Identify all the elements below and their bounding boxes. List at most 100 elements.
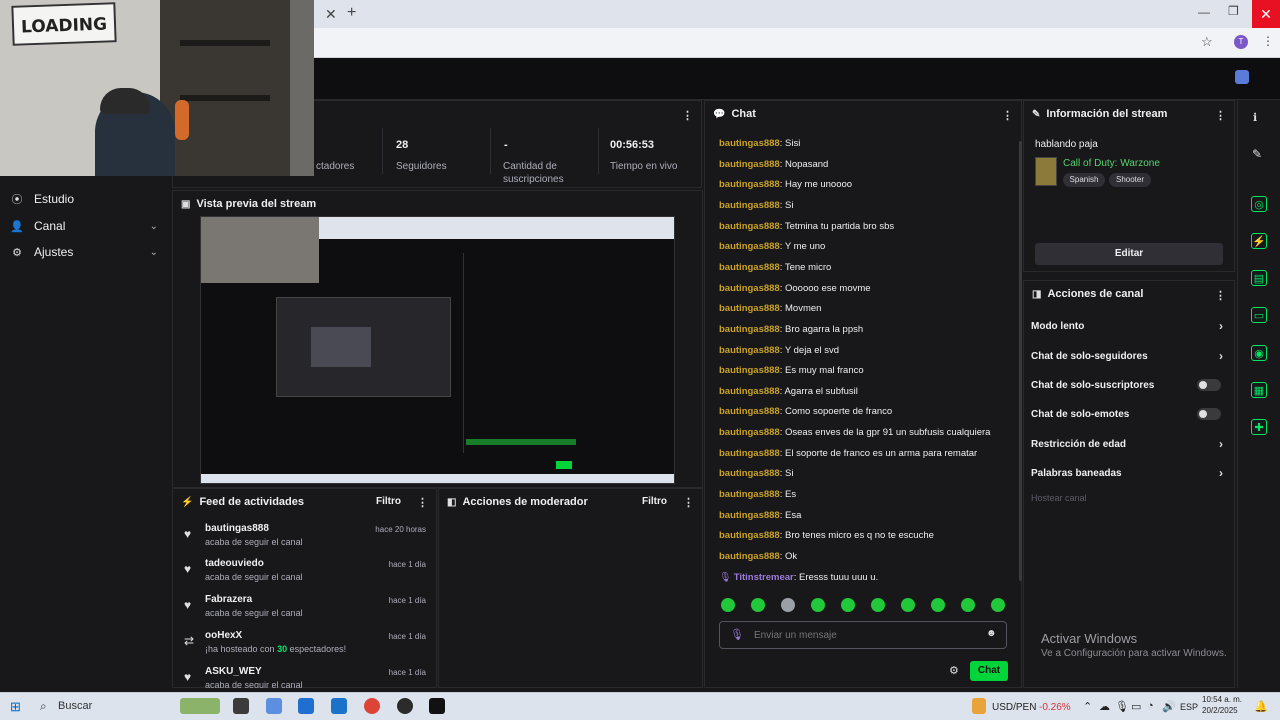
feed-item-name[interactable]: Fabrazera [205,594,252,605]
emote-icon[interactable] [901,598,915,612]
sidebar-item-canal[interactable]: 👤 Canal ⌄ [0,213,172,239]
emote-icon[interactable] [931,598,945,612]
ticker-label[interactable]: USD/PEN [992,702,1036,713]
feed-item-name[interactable]: ASKU_WEY [205,666,262,677]
chat-username[interactable]: bautingas888 [719,427,780,438]
microphone-icon[interactable]: 🎙 [730,628,744,641]
chat-username[interactable]: bautingas888 [719,221,780,232]
chat-menu-icon[interactable]: ⋮ [1002,109,1013,122]
profile-avatar-icon[interactable]: T [1234,35,1248,49]
taskbar-search[interactable]: Buscar [52,697,192,716]
sidebar-item-ajustes[interactable]: ⚙ Ajustes ⌄ [0,239,172,265]
outlook-icon[interactable] [298,698,314,714]
action-subscribers-only[interactable]: Chat de solo-suscriptores [1031,374,1227,396]
broadcast-icon[interactable]: ◉ [1251,345,1267,361]
emote-icon[interactable] [781,598,795,612]
moderator-filter-button[interactable]: Filtro [642,496,667,507]
feed-item-name[interactable]: bautingas888 [205,523,269,534]
emote-icon[interactable] [871,598,885,612]
tray-network-icon[interactable]: ▭ [1131,700,1141,713]
stream-preview-video[interactable] [200,216,675,484]
window-close-icon[interactable]: ✕ [1252,0,1280,28]
subscribers-only-toggle[interactable] [1197,379,1221,391]
extension-icon[interactable] [1235,70,1249,84]
chat-username[interactable]: bautingas888 [719,159,780,170]
clock-date[interactable]: 20/2/2025 [1202,706,1238,715]
chat-username[interactable]: bautingas888 [719,138,780,149]
emote-icon[interactable] [841,598,855,612]
emote-icon[interactable] [961,598,975,612]
chat-username[interactable]: bautingas888 [719,468,780,479]
stream-info-menu-icon[interactable]: ⋮ [1215,109,1226,122]
action-modo-lento[interactable]: Modo lento › [1031,315,1227,337]
chat-username[interactable]: bautingas888 [719,179,780,190]
emotes-only-toggle[interactable] [1197,408,1221,420]
emote-icon[interactable] [811,598,825,612]
tray-app-icon[interactable]: ☁ [1099,700,1110,713]
windows-start-icon[interactable]: ⊞ [10,699,21,715]
channel-actions-menu-icon[interactable]: ⋮ [1215,289,1226,302]
chat-action-icon[interactable]: ▭ [1251,307,1267,323]
emote-icon[interactable] [721,598,735,612]
feed-item-name[interactable]: ooHexX [205,630,242,641]
chat-settings-gear-icon[interactable]: ⚙ [949,664,959,677]
store-icon[interactable] [331,698,347,714]
game-app-icon[interactable] [429,698,445,714]
chat-username[interactable]: bautingas888 [719,551,780,562]
chat-username[interactable]: bautingas888 [719,510,780,521]
chat-username[interactable]: bautingas888 [719,241,780,252]
chat-username[interactable]: bautingas888 [719,283,780,294]
tray-mic-icon[interactable]: 🎙 [1115,700,1129,713]
clipboard-icon[interactable]: ▤ [1251,270,1267,286]
action-age-restriction[interactable]: Restricción de edad › [1031,433,1227,455]
chat-username[interactable]: Titinstremear [734,572,794,583]
chat-username[interactable]: bautingas888 [719,448,780,459]
feed-item-name[interactable]: tadeouviedo [205,558,264,569]
browser-menu-icon[interactable]: ⋮ [1262,34,1274,48]
copilot-icon[interactable] [266,698,282,714]
language-indicator[interactable]: ESP [1180,702,1198,712]
minimize-icon[interactable]: — [1198,5,1210,19]
chat-username[interactable]: bautingas888 [719,530,780,541]
chat-message-input[interactable] [752,626,972,644]
tag-badge[interactable]: Spanish [1063,173,1105,187]
feed-menu-icon[interactable]: ⋮ [417,496,428,509]
tray-wifi-icon[interactable]: ◔ [1147,700,1154,712]
chat-username[interactable]: bautingas888 [719,324,780,335]
host-channel-label[interactable]: Hostear canal [1031,493,1087,503]
chat-username[interactable]: bautingas888 [719,386,780,397]
chrome-icon[interactable] [364,698,380,714]
emote-icon[interactable] [991,598,1005,612]
chat-username[interactable]: bautingas888 [719,345,780,356]
new-tab-icon[interactable]: + [347,4,356,22]
restore-icon[interactable]: ❐ [1228,4,1239,18]
chat-username[interactable]: bautingas888 [719,489,780,500]
action-emotes-only[interactable]: Chat de solo-emotes [1031,403,1227,425]
notification-bell-icon[interactable]: 🔔 [1254,700,1268,713]
chat-username[interactable]: bautingas888 [719,406,780,417]
lightning-action-icon[interactable]: ⚡ [1251,233,1267,249]
chat-input-box[interactable]: 🎙 ☻ [719,621,1007,649]
info-icon[interactable]: ℹ [1253,111,1257,124]
camera-icon[interactable]: ◎ [1251,196,1267,212]
layout-icon[interactable]: ▦ [1251,382,1267,398]
bookmark-star-icon[interactable]: ☆ [1201,34,1213,50]
close-tab-icon[interactable]: ✕ [325,6,337,23]
category-boxart[interactable] [1035,157,1057,186]
chat-username[interactable]: bautingas888 [719,365,780,376]
edit-stream-info-button[interactable]: Editar [1035,243,1223,265]
volume-icon[interactable]: 🔊 [1162,700,1176,713]
chat-username[interactable]: bautingas888 [719,303,780,314]
obs-icon[interactable] [397,698,413,714]
action-followers-only[interactable]: Chat de solo-seguidores › [1031,345,1227,367]
action-banned-words[interactable]: Palabras baneadas › [1031,462,1227,484]
chat-send-button[interactable]: Chat [970,661,1008,681]
chat-username[interactable]: bautingas888 [719,200,780,211]
stream-category[interactable]: Call of Duty: Warzone [1063,158,1160,169]
sidebar-item-estudio[interactable]: ⦿ Estudio [0,186,172,212]
pencil-edit-icon[interactable]: ✎ [1252,147,1262,161]
feed-filter-button[interactable]: Filtro [376,496,401,507]
taskbar-widget-icon[interactable] [180,698,220,714]
chat-scrollbar[interactable] [1019,141,1022,581]
task-view-icon[interactable] [233,698,249,714]
